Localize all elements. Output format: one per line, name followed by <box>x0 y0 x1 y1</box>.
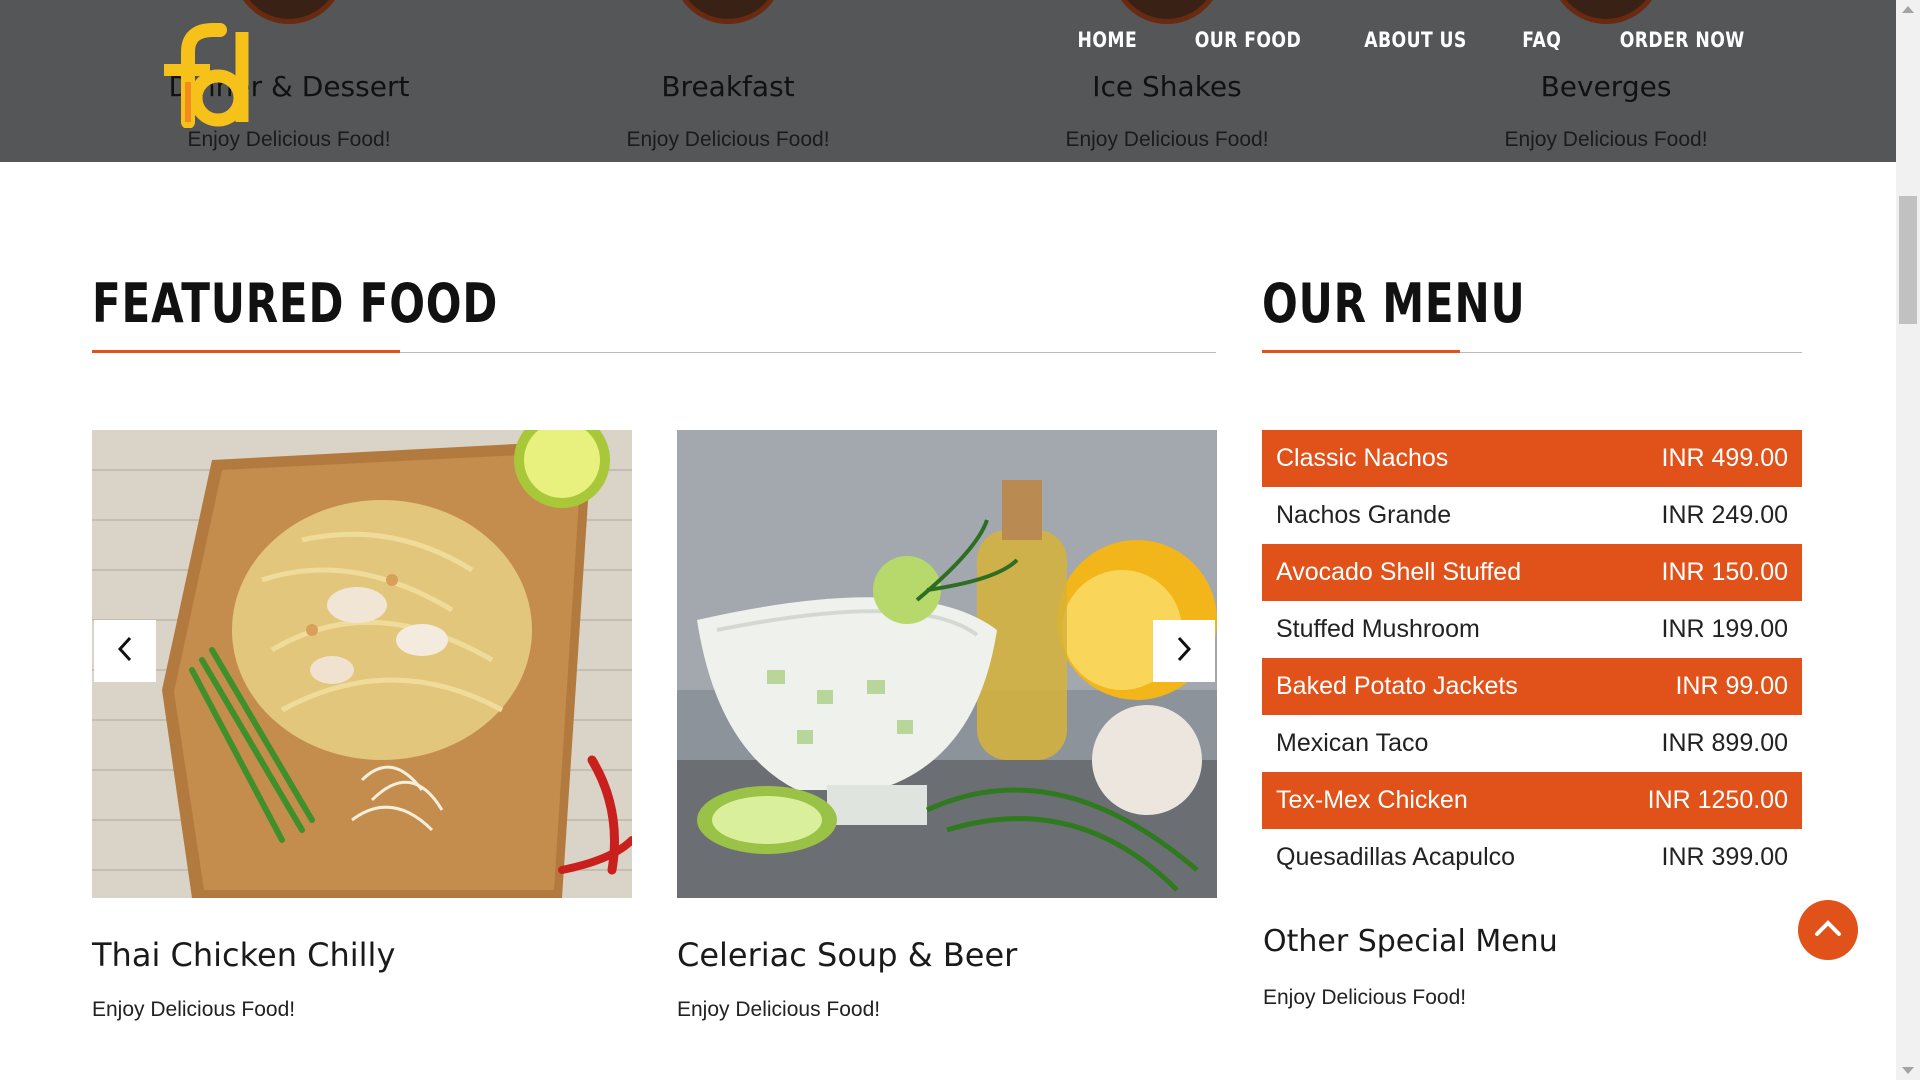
menu-item-name: Avocado Shell Stuffed <box>1276 558 1522 586</box>
category-title: Breakfast <box>661 70 795 103</box>
food-card-title[interactable]: Celeriac Soup & Beer <box>677 936 1017 974</box>
carousel-next-button[interactable] <box>1153 620 1215 682</box>
menu-item-price: INR 199.00 <box>1661 615 1788 643</box>
nav-order-now[interactable]: ORDER NOW <box>1619 28 1744 52</box>
scroll-down-arrow-icon[interactable] <box>1902 1067 1914 1074</box>
nav-about-us[interactable]: ABOUT US <box>1364 28 1466 52</box>
menu-item[interactable]: Baked Potato Jackets INR 99.00 <box>1262 658 1802 715</box>
category-title: Dinner & Dessert <box>168 70 410 103</box>
chevron-right-icon <box>1174 635 1194 668</box>
nav-home[interactable]: HOME <box>1077 28 1137 52</box>
featured-food-heading: FEATURED FOOD <box>92 272 499 335</box>
menu-item-price: INR 99.00 <box>1675 672 1788 700</box>
menu-item-name: Tex-Mex Chicken <box>1276 786 1468 814</box>
page-scrollbar[interactable] <box>1896 0 1920 1080</box>
page: Dinner & Dessert Enjoy Delicious Food! B… <box>0 0 1920 1080</box>
nav-our-food[interactable]: OUR FOOD <box>1195 28 1301 52</box>
menu-item-name: Quesadillas Acapulco <box>1276 843 1516 871</box>
main-nav: HOME OUR FOOD ABOUT US FAQ ORDER NOW <box>1071 28 1758 52</box>
menu-item-price: INR 899.00 <box>1661 729 1788 757</box>
menu-item-price: INR 150.00 <box>1661 558 1788 586</box>
menu-item-price: INR 399.00 <box>1661 843 1788 871</box>
menu-item[interactable]: Stuffed Mushroom INR 199.00 <box>1262 601 1802 658</box>
other-special-menu-title[interactable]: Other Special Menu <box>1263 924 1558 959</box>
category-subtitle: Enjoy Delicious Food! <box>1065 128 1269 151</box>
menu-item[interactable]: Nachos Grande INR 249.00 <box>1262 487 1802 544</box>
menu-item[interactable]: Tex-Mex Chicken INR 1250.00 <box>1262 772 1802 829</box>
food-image-thai-chicken[interactable] <box>92 430 632 898</box>
featured-divider-accent <box>92 350 400 353</box>
menu-item-price: INR 1250.00 <box>1647 786 1788 814</box>
carousel-prev-button[interactable] <box>94 620 156 682</box>
nav-faq[interactable]: FAQ <box>1522 28 1561 52</box>
category-image <box>1550 0 1662 24</box>
menu-item-price: INR 249.00 <box>1661 501 1788 529</box>
food-card-title[interactable]: Thai Chicken Chilly <box>92 936 395 974</box>
category-subtitle: Enjoy Delicious Food! <box>1504 128 1708 151</box>
category-subtitle: Enjoy Delicious Food! <box>626 128 830 151</box>
menu-divider-accent <box>1262 350 1460 353</box>
chevron-left-icon <box>115 635 135 668</box>
menu-item-name: Stuffed Mushroom <box>1276 615 1480 643</box>
menu-item[interactable]: Mexican Taco INR 899.00 <box>1262 715 1802 772</box>
menu-item-name: Baked Potato Jackets <box>1276 672 1518 700</box>
chevron-up-icon <box>1814 918 1842 943</box>
food-card-subtitle: Enjoy Delicious Food! <box>92 998 296 1021</box>
header: Dinner & Dessert Enjoy Delicious Food! B… <box>0 0 1896 162</box>
category-title: Ice Shakes <box>1092 70 1242 103</box>
menu-item[interactable]: Quesadillas Acapulco INR 399.00 <box>1262 829 1802 886</box>
scroll-up-arrow-icon[interactable] <box>1902 6 1914 13</box>
menu-item-name: Mexican Taco <box>1276 729 1429 757</box>
menu-list: Classic Nachos INR 499.00 Nachos Grande … <box>1262 430 1802 886</box>
menu-item-price: INR 499.00 <box>1661 444 1788 472</box>
our-menu-heading: OUR MENU <box>1262 272 1526 335</box>
category-image <box>233 0 345 24</box>
menu-item-name: Nachos Grande <box>1276 501 1452 529</box>
site-logo[interactable] <box>158 22 262 129</box>
menu-item[interactable]: Avocado Shell Stuffed INR 150.00 <box>1262 544 1802 601</box>
category-image <box>1111 0 1223 24</box>
food-image-celeriac-soup[interactable] <box>677 430 1217 898</box>
food-card-subtitle: Enjoy Delicious Food! <box>677 998 881 1021</box>
scrollbar-thumb[interactable] <box>1899 196 1917 324</box>
menu-item-name: Classic Nachos <box>1276 444 1449 472</box>
other-special-menu-subtitle: Enjoy Delicious Food! <box>1263 986 1467 1009</box>
category-image <box>672 0 784 24</box>
category-subtitle: Enjoy Delicious Food! <box>187 128 391 151</box>
menu-item[interactable]: Classic Nachos INR 499.00 <box>1262 430 1802 487</box>
scroll-to-top-button[interactable] <box>1798 900 1858 960</box>
category-title: Beverges <box>1540 70 1672 103</box>
